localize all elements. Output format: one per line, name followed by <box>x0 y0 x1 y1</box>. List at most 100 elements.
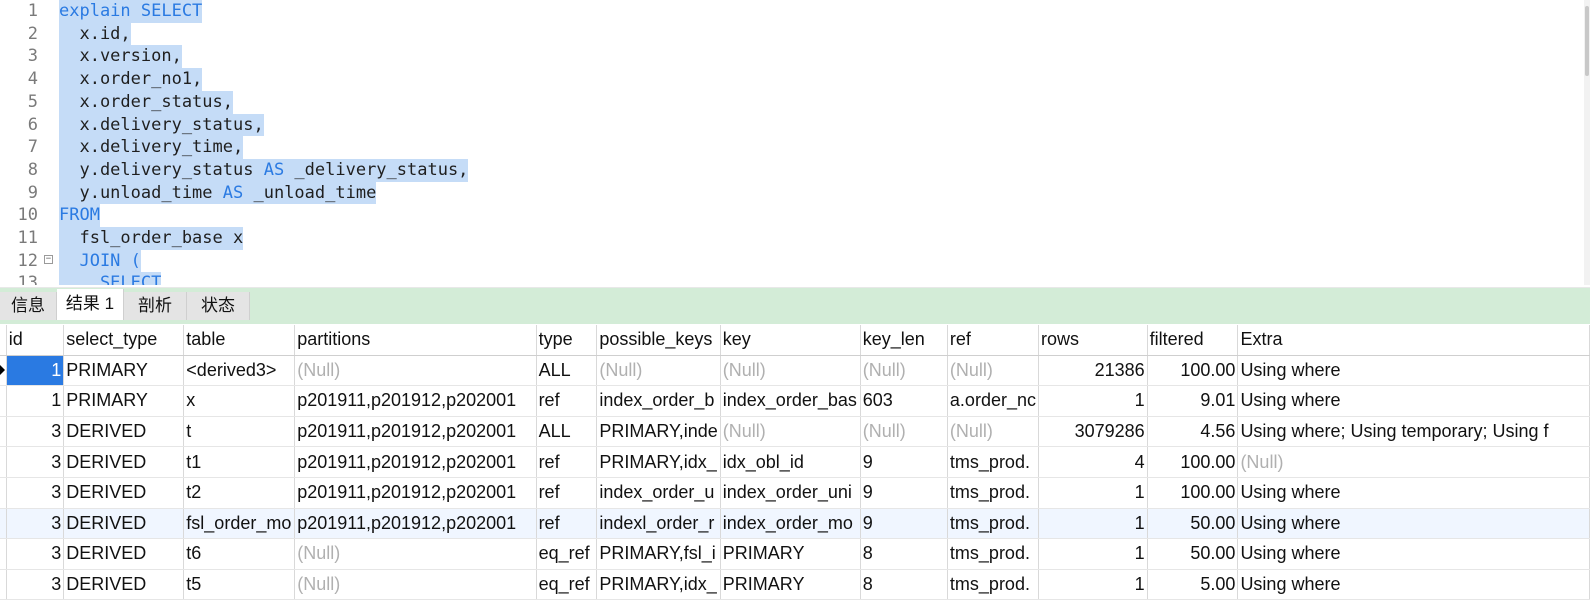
cell-rows[interactable]: 1 <box>1038 385 1148 417</box>
table-row[interactable]: 3 DERIVED t5 (Null) eq_ref PRIMARY,idx_ PRIMAR… <box>0 569 1590 601</box>
column-header-filtered[interactable]: filtered <box>1147 325 1239 356</box>
column-header-key[interactable]: key <box>720 325 861 356</box>
cell-ref[interactable]: tms_prod. <box>947 446 1039 478</box>
cell-key-len[interactable]: 8 <box>860 538 948 570</box>
cell-partitions[interactable]: p201911,p201912,p202001 <box>294 508 537 540</box>
cell-select-type[interactable]: PRIMARY <box>63 355 185 387</box>
cell-table[interactable]: t6 <box>183 538 296 570</box>
cell-possible-keys[interactable]: indexl_order_r <box>596 508 721 540</box>
cell-filtered[interactable]: 100.00 <box>1147 355 1239 387</box>
cell-partitions[interactable]: p201911,p201912,p202001 <box>294 385 537 417</box>
sql-editor[interactable]: 1 explain SELECT 2 x.id, 3 x.version, 4 x.or… <box>0 0 1590 285</box>
cell-select-type[interactable]: DERIVED <box>63 416 185 448</box>
cell-ref[interactable]: tms_prod. <box>947 538 1039 570</box>
cell-filtered[interactable]: 100.00 <box>1147 446 1239 478</box>
cell-table[interactable]: t <box>183 416 296 448</box>
row-marker[interactable] <box>0 355 7 387</box>
cell-id[interactable]: 3 <box>6 477 65 509</box>
cell-type[interactable]: ref <box>536 508 598 540</box>
cell-ref[interactable]: tms_prod. <box>947 477 1039 509</box>
row-marker[interactable] <box>0 446 7 478</box>
result-grid[interactable]: id select_type table partitions type possible… <box>0 325 1590 613</box>
code-line[interactable]: 13 SELECT <box>0 272 1590 285</box>
column-header-type[interactable]: type <box>536 325 598 356</box>
cell-rows[interactable]: 3079286 <box>1038 416 1148 448</box>
cell-rows[interactable]: 4 <box>1038 446 1148 478</box>
scroll-thumb[interactable] <box>1585 6 1589 76</box>
cell-key[interactable]: idx_obl_id <box>720 446 861 478</box>
tab-result-1[interactable]: 结果 1 <box>57 289 124 320</box>
cell-ref[interactable]: a.order_nc <box>947 385 1039 417</box>
column-header-key-len[interactable]: key_len <box>860 325 948 356</box>
column-header-table[interactable]: table <box>183 325 296 356</box>
cell-key-len[interactable]: (Null) <box>860 355 948 387</box>
cell-select-type[interactable]: PRIMARY <box>63 385 185 417</box>
code-line[interactable]: 12− JOIN ( <box>0 249 1590 273</box>
cell-id[interactable]: 3 <box>6 569 65 601</box>
cell-id[interactable]: 3 <box>6 538 65 570</box>
table-row[interactable]: 1 PRIMARY x p201911,p201912,p202001 ref index… <box>0 385 1590 417</box>
code-line[interactable]: 6 x.delivery_status, <box>0 113 1590 137</box>
cell-table[interactable]: fsl_order_mo <box>183 508 296 540</box>
code-line[interactable]: 7 x.delivery_time, <box>0 136 1590 159</box>
cell-filtered[interactable]: 100.00 <box>1147 477 1239 509</box>
row-marker[interactable] <box>0 477 7 509</box>
cell-type[interactable]: ref <box>536 446 598 478</box>
cell-partitions[interactable]: p201911,p201912,p202001 <box>294 446 537 478</box>
code-line[interactable]: 3 x.version, <box>0 45 1590 69</box>
cell-id[interactable]: 1 <box>6 355 65 387</box>
cell-filtered[interactable]: 4.56 <box>1147 416 1239 448</box>
table-row[interactable]: 3 DERIVED t p201911,p201912,p202001 ALL PRIMA… <box>0 416 1590 448</box>
cell-rows[interactable]: 1 <box>1038 569 1148 601</box>
cell-Extra[interactable]: Using where <box>1237 355 1590 387</box>
column-header-rows[interactable]: rows <box>1038 325 1148 356</box>
cell-rows[interactable]: 21386 <box>1038 355 1148 387</box>
cell-key[interactable]: PRIMARY <box>720 538 861 570</box>
tab-profile[interactable]: 剖析 <box>124 292 187 320</box>
cell-rows[interactable]: 1 <box>1038 508 1148 540</box>
cell-partitions[interactable]: (Null) <box>294 569 537 601</box>
column-header-Extra[interactable]: Extra <box>1237 325 1590 356</box>
cell-select-type[interactable]: DERIVED <box>63 569 185 601</box>
cell-select-type[interactable]: DERIVED <box>63 477 185 509</box>
cell-table[interactable]: x <box>183 385 296 417</box>
column-header-id[interactable]: id <box>6 325 65 356</box>
row-marker[interactable] <box>0 416 7 448</box>
cell-id[interactable]: 3 <box>6 416 65 448</box>
cell-possible-keys[interactable]: PRIMARY,idx_ <box>596 569 721 601</box>
cell-key[interactable]: index_order_uni <box>720 477 861 509</box>
cell-possible-keys[interactable]: PRIMARY,fsl_i <box>596 538 721 570</box>
cell-table[interactable]: <derived3> <box>183 355 296 387</box>
cell-type[interactable]: ALL <box>536 355 598 387</box>
cell-key[interactable]: (Null) <box>720 355 861 387</box>
cell-id[interactable]: 3 <box>6 508 65 540</box>
cell-type[interactable]: ref <box>536 385 598 417</box>
cell-key-len[interactable]: 9 <box>860 446 948 478</box>
table-row[interactable]: 3 DERIVED t2 p201911,p201912,p202001 ref inde… <box>0 477 1590 509</box>
table-row[interactable]: 3 DERIVED t6 (Null) eq_ref PRIMARY,fsl_i PRIMA… <box>0 538 1590 570</box>
cell-table[interactable]: t5 <box>183 569 296 601</box>
cell-type[interactable]: eq_ref <box>536 569 598 601</box>
cell-Extra[interactable]: Using where; Using temporary; Using f <box>1237 416 1590 448</box>
cell-partitions[interactable]: (Null) <box>294 538 537 570</box>
cell-Extra[interactable]: (Null) <box>1237 446 1590 478</box>
cell-Extra[interactable]: Using where <box>1237 538 1590 570</box>
cell-rows[interactable]: 1 <box>1038 477 1148 509</box>
row-marker[interactable] <box>0 538 7 570</box>
cell-key-len[interactable]: (Null) <box>860 416 948 448</box>
code-line[interactable]: 2 x.id, <box>0 22 1590 46</box>
cell-ref[interactable]: tms_prod. <box>947 569 1039 601</box>
code-line[interactable]: 5 x.order_status, <box>0 90 1590 114</box>
code-line[interactable]: 10 FROM <box>0 204 1590 227</box>
cell-filtered[interactable]: 9.01 <box>1147 385 1239 417</box>
table-row[interactable]: 3 DERIVED fsl_order_mo p201911,p201912,p202… <box>0 508 1590 540</box>
cell-rows[interactable]: 1 <box>1038 538 1148 570</box>
cell-ref[interactable]: (Null) <box>947 416 1039 448</box>
code-line[interactable]: 1 explain SELECT <box>0 0 1590 23</box>
cell-type[interactable]: ref <box>536 477 598 509</box>
cell-key-len[interactable]: 8 <box>860 569 948 601</box>
column-header-ref[interactable]: ref <box>947 325 1039 356</box>
cell-table[interactable]: t1 <box>183 446 296 478</box>
cell-filtered[interactable]: 50.00 <box>1147 508 1239 540</box>
code-line[interactable]: 8 y.delivery_status AS _delivery_status, <box>0 158 1590 182</box>
